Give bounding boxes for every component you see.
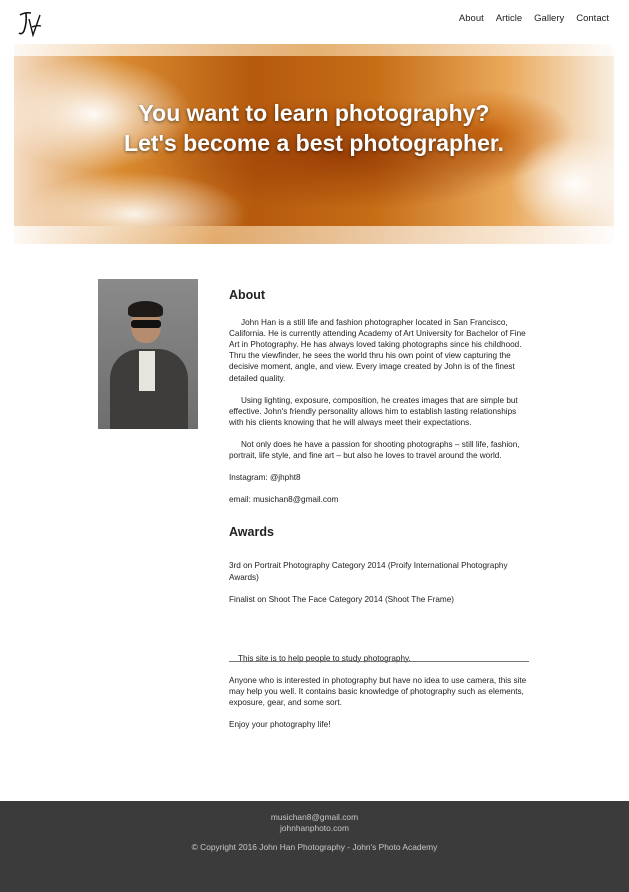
hero-line-1: You want to learn photography? (138, 100, 490, 126)
section-divider (229, 661, 529, 662)
about-content: About John Han is a still life and fashi… (229, 288, 529, 730)
about-paragraph-3: Not only does he have a passion for shoo… (229, 439, 520, 461)
nav-article-link[interactable]: Article (496, 13, 522, 24)
photo-hair (128, 301, 163, 317)
site-logo[interactable] (17, 9, 43, 37)
footer-copyright: © Copyright 2016 John Han Photography - … (191, 842, 438, 852)
award-item: 3rd on Portrait Photography Category 201… (229, 561, 508, 582)
awards-heading: Awards (229, 525, 274, 540)
award-item: Finalist on Shoot The Face Category 2014… (229, 594, 454, 604)
hero-banner: You want to learn photography? Let's bec… (14, 44, 614, 244)
about-paragraph-2: Using lighting, exposure, composition, h… (229, 395, 518, 427)
site-closing: Enjoy your photography life! (229, 720, 331, 730)
site-footer: musichan8@gmail.com johnhanphoto.com © C… (0, 801, 629, 892)
footer-website-link[interactable]: johnhanphoto.com (280, 823, 349, 833)
site-intro: This site is to help people to study pho… (238, 653, 411, 663)
hero-highlight (14, 44, 614, 56)
hero-headline: You want to learn photography? Let's bec… (14, 98, 614, 158)
instagram-handle: Instagram: @jhpht8 (229, 473, 301, 483)
contact-email: email: musichan8@gmail.com (229, 495, 339, 505)
nav-about-link[interactable]: About (459, 13, 484, 24)
about-paragraph-1: John Han is a still life and fashion pho… (229, 318, 526, 383)
hero-highlight-bottom (14, 226, 614, 244)
hero-line-2: Let's become a best photographer. (124, 130, 504, 156)
about-heading: About (229, 288, 266, 302)
photo-shirt (139, 351, 155, 391)
photo-sunglasses (131, 320, 161, 328)
nav-contact-link[interactable]: Contact (576, 13, 609, 24)
nav-gallery-link[interactable]: Gallery (534, 13, 564, 24)
main-nav: About Article Gallery Contact (459, 13, 609, 24)
profile-photo (98, 279, 198, 429)
footer-email-link[interactable]: musichan8@gmail.com (271, 812, 358, 822)
site-description: Anyone who is interested in photography … (229, 675, 527, 707)
